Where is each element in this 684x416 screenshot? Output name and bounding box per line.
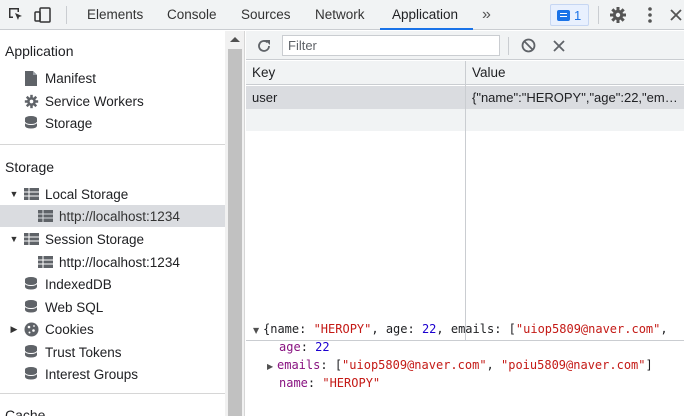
value-preview: ▼ {name: "HEROPY", age: 22, emails: ["uio…	[246, 317, 684, 416]
sidebar-item-label: Session Storage	[45, 231, 145, 247]
sidebar-scrollbar[interactable]	[225, 31, 245, 416]
clear-all-icon[interactable]	[519, 31, 537, 60]
sidebar-item-label: Web SQL	[45, 299, 104, 315]
scroll-up-arrow-icon[interactable]	[230, 37, 240, 42]
sidebar-item-label: Manifest	[45, 70, 97, 86]
settings-gear-icon[interactable]	[607, 0, 629, 30]
collapsed-arrow-icon[interactable]: ▶	[267, 362, 277, 371]
database-icon	[23, 115, 39, 131]
sidebar-item-storage[interactable]: Storage	[0, 112, 225, 134]
scroll-thumb[interactable]	[228, 49, 242, 416]
sidebar-item-label: Interest Groups	[45, 366, 139, 382]
row-key: user	[252, 90, 278, 105]
close-devtools-icon[interactable]	[668, 0, 684, 30]
sidebar-item-label: IndexedDB	[45, 276, 112, 292]
expanded-arrow-icon[interactable]: ▼	[253, 326, 263, 335]
preview-summary-line[interactable]: ▼ {name: "HEROPY", age: 22, emails: ["uio…	[253, 322, 668, 336]
sidebar-item-manifest[interactable]: Manifest	[0, 67, 225, 89]
sidebar-item-indexeddb[interactable]: IndexedDB	[0, 273, 225, 295]
cache-section-heading: Cache	[5, 407, 46, 416]
row-value: {"name":"HEROPY","age":22,"ema…	[472, 90, 684, 105]
sidebar-divider	[0, 144, 225, 145]
sidebar-item-service-workers[interactable]: Service Workers	[0, 90, 225, 112]
sidebar-item-interest-groups[interactable]: Interest Groups	[0, 363, 225, 385]
column-header-key[interactable]: Key	[246, 61, 465, 85]
issues-badge[interactable]: 1	[550, 4, 589, 26]
storage-section-heading: Storage	[5, 159, 55, 175]
toolbar-divider	[598, 6, 599, 24]
grid-icon	[37, 254, 53, 270]
more-tabs-button[interactable]: »	[482, 0, 491, 30]
tab-console[interactable]: Console	[167, 0, 217, 30]
column-divider	[465, 61, 466, 341]
grid-icon	[23, 186, 39, 202]
database-icon	[23, 366, 39, 382]
issues-count: 1	[574, 7, 582, 23]
device-toolbar-icon[interactable]	[32, 0, 54, 30]
gear-icon	[23, 93, 39, 109]
inspect-element-icon[interactable]	[5, 0, 27, 30]
sidebar-item-session-storage-origin[interactable]: http://localhost:1234	[0, 251, 225, 273]
delete-selected-icon[interactable]	[551, 31, 567, 60]
grid-icon	[37, 208, 53, 224]
sidebar-item-label: Cookies	[45, 321, 94, 337]
tab-elements[interactable]: Elements	[87, 0, 143, 30]
preview-age-line: age: 22	[279, 340, 330, 354]
sidebar-item-trust-tokens[interactable]: Trust Tokens	[0, 341, 225, 363]
column-header-value[interactable]: Value	[466, 61, 684, 85]
tab-sources[interactable]: Sources	[241, 0, 291, 30]
devtools-toolbar: Elements Console Sources Network Applica…	[0, 0, 684, 30]
more-options-icon[interactable]	[640, 0, 660, 30]
filter-input[interactable]	[282, 35, 500, 56]
cookie-icon	[23, 321, 39, 337]
sidebar-item-web-sql[interactable]: Web SQL	[0, 296, 225, 318]
refresh-icon[interactable]	[255, 31, 273, 60]
tab-network[interactable]: Network	[315, 0, 365, 30]
active-tab-indicator	[380, 28, 473, 30]
database-icon	[23, 276, 39, 292]
toolbar-divider	[508, 37, 509, 55]
toolbar-divider	[66, 6, 67, 24]
tab-application[interactable]: Application	[392, 0, 458, 30]
sidebar-item-label: Local Storage	[45, 186, 129, 202]
application-sidebar: Application Manifest Service Workers Sto…	[0, 31, 225, 416]
database-icon	[23, 344, 39, 360]
collapse-arrow-icon[interactable]: ▶	[9, 324, 19, 335]
sidebar-divider	[0, 393, 225, 394]
file-icon	[23, 70, 39, 86]
application-section-heading: Application	[5, 43, 74, 59]
sidebar-item-label: http://localhost:1234	[59, 208, 180, 224]
preview-emails-line[interactable]: ▶ emails: ["uiop5809@naver.com", "poiu580…	[267, 358, 653, 372]
sidebar-item-session-storage[interactable]: ▼ Session Storage	[0, 228, 225, 250]
sidebar-item-label: Storage	[45, 115, 93, 131]
sidebar-item-label: Service Workers	[45, 93, 144, 109]
expand-arrow-icon[interactable]: ▼	[9, 234, 19, 244]
message-icon	[557, 9, 570, 21]
sidebar-item-label: Trust Tokens	[45, 344, 122, 360]
sidebar-item-local-storage[interactable]: ▼ Local Storage	[0, 183, 225, 205]
database-icon	[23, 299, 39, 315]
grid-icon	[23, 231, 39, 247]
storage-table: Key Value user {"name":"HEROPY","age":22…	[246, 61, 684, 341]
sidebar-item-local-storage-origin[interactable]: http://localhost:1234	[0, 205, 225, 227]
storage-panel: Key Value user {"name":"HEROPY","age":22…	[246, 31, 684, 416]
storage-toolbar	[246, 31, 684, 60]
preview-name-line: name: "HEROPY"	[279, 376, 381, 390]
sidebar-item-label: http://localhost:1234	[59, 254, 180, 270]
expand-arrow-icon[interactable]: ▼	[9, 189, 19, 199]
sidebar-item-cookies[interactable]: ▶ Cookies	[0, 318, 225, 340]
